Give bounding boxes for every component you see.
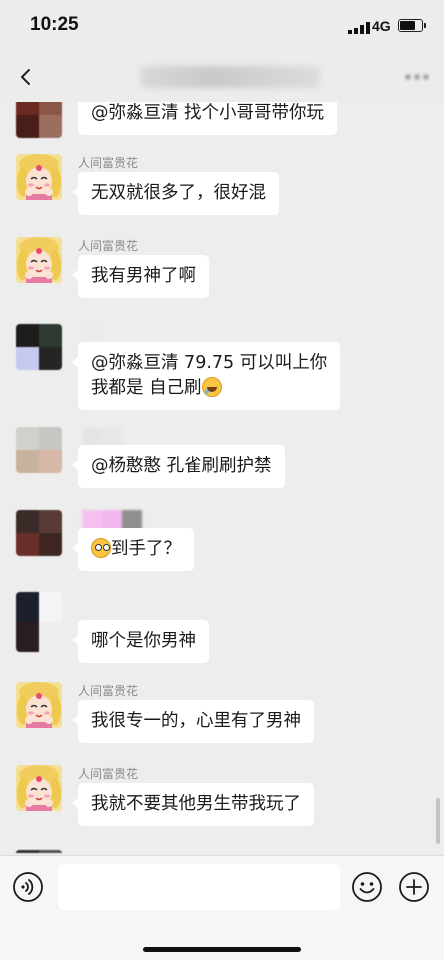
message-bubble[interactable]: 我很专一的，心里有了男神 <box>72 700 314 743</box>
plus-circle-icon[interactable] <box>398 871 430 903</box>
scrollbar[interactable] <box>436 798 440 844</box>
message-bubble[interactable]: 哪个是你男神 <box>72 620 209 663</box>
battery-icon <box>398 19 423 32</box>
avatar[interactable] <box>16 765 62 811</box>
message-text: 我很专一的，心里有了男神 <box>91 711 301 731</box>
chevron-left-icon[interactable] <box>14 62 40 92</box>
status-bar: 10:25 4G <box>0 0 444 52</box>
message-text-line: 到手了？ <box>91 537 181 562</box>
avatar[interactable] <box>16 324 62 370</box>
chat-title-redacted <box>140 66 320 88</box>
message-text: @弥淼亘清 找个小哥哥带你玩 <box>91 103 325 123</box>
sender-name-redacted <box>82 427 122 447</box>
message-bubble[interactable]: @弥淼亘清 79.75 可以叫上你 我都是 自己刷 <box>71 342 341 410</box>
laughing-tears-emoji <box>201 377 222 397</box>
message-text: 无双就很多了，很好混 <box>91 183 266 203</box>
sender-name: 人间富贵花 <box>78 239 139 253</box>
network-type: 4G <box>372 18 391 34</box>
avatar[interactable] <box>16 682 62 728</box>
sender-name: 人间富贵花 <box>78 684 139 698</box>
voice-icon[interactable] <box>12 871 44 903</box>
message-text: 我有男神了啊 <box>91 266 196 286</box>
sender-name: 人间富贵花 <box>78 767 139 781</box>
message-text: @杨憨憨 孔雀刷刷护禁 <box>91 456 272 476</box>
message-bubble[interactable]: @杨憨憨 孔雀刷刷护禁 <box>72 445 285 488</box>
message-bubble[interactable]: 我就不要其他男生带我玩了 <box>72 783 314 826</box>
message-text: 我都是 自己刷 <box>91 378 202 398</box>
sender-name: 人间富贵花 <box>78 156 139 170</box>
avatar[interactable] <box>16 510 62 556</box>
ellipsis-icon[interactable] <box>404 72 430 82</box>
battery-tip <box>424 23 426 28</box>
message-text: 哪个是你男神 <box>91 631 196 651</box>
avatar[interactable] <box>16 154 62 200</box>
input-bar <box>0 855 444 960</box>
avatar[interactable] <box>16 102 62 138</box>
status-time: 10:25 <box>30 14 79 35</box>
sender-name-redacted <box>82 324 102 344</box>
chat-message-list[interactable]: @弥淼亘清 找个小哥哥带你玩 人间富贵花 无双就很多了，很好混 人间富贵花 我有… <box>0 102 444 855</box>
message-bubble[interactable]: 无双就很多了，很好混 <box>72 172 279 215</box>
signal-icon <box>348 22 370 34</box>
staring-eyes-emoji <box>91 538 111 558</box>
avatar[interactable] <box>16 592 62 652</box>
message-input[interactable] <box>58 864 340 910</box>
nav-bar <box>0 52 444 102</box>
chat-screen: 10:25 4G @弥淼亘清 找个小哥哥带你玩 人间富贵花 无双就很多了，很好混… <box>0 0 444 960</box>
message-text: @弥淼亘清 79.75 可以叫上你 <box>91 353 328 373</box>
avatar[interactable] <box>16 237 62 283</box>
sender-name-redacted <box>82 510 142 530</box>
message-bubble[interactable]: 我有男神了啊 <box>72 255 209 298</box>
message-bubble[interactable]: @弥淼亘清 找个小哥哥带你玩 <box>78 102 338 135</box>
home-indicator[interactable] <box>143 947 301 952</box>
message-bubble[interactable]: 到手了？ <box>72 528 194 571</box>
message-text: 到手了？ <box>111 539 181 559</box>
avatar[interactable] <box>16 427 62 473</box>
message-text: 我就不要其他男生带我玩了 <box>91 794 301 814</box>
smiley-icon[interactable] <box>351 871 383 903</box>
message-text-line-2: 我都是 自己刷 <box>91 376 327 401</box>
